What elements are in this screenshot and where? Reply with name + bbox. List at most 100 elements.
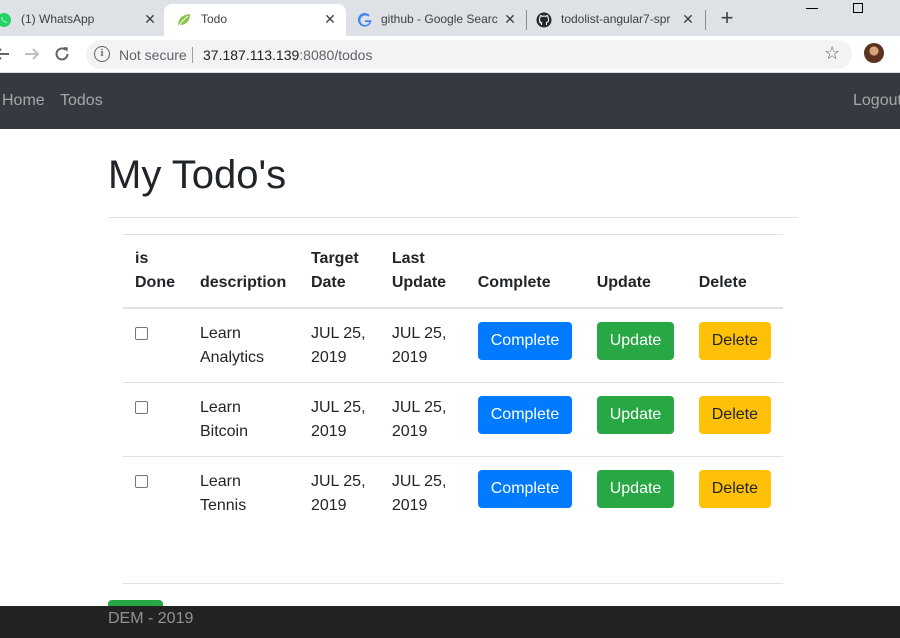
update-cell: Update [585,457,687,531]
browser-toolbar: i Not secure 37.187.113.139:8080/todos ☆ [0,36,900,73]
table-row: Learn Bitcoin JUL 25, 2019 JUL 25, 2019 Com… [123,382,783,457]
target-date-cell: JUL 25, 2019 [298,382,380,457]
delete-button[interactable]: Delete [698,396,771,434]
maximize-icon[interactable] [853,3,863,13]
delete-cell: Delete [686,382,783,457]
col-target-date: Target Date [298,235,380,309]
footer: DEM - 2019 [0,606,900,638]
tab-separator [705,10,706,30]
col-is-done: is Done [123,235,188,309]
tab-title: Todo [201,12,228,26]
update-cell: Update [584,308,687,383]
col-label: Last [391,250,425,267]
table-bottom-divider [123,583,783,584]
table-header-row: is Done description Target Date Last Update… [123,235,783,309]
col-label: Date [310,274,346,291]
target-date-text: JUL 25, [310,325,366,342]
page-title: My Todo's [108,153,287,197]
target-date-text: 2019 [310,497,347,514]
last-update-cell: JUL 25, 2019 [379,382,466,457]
complete-button[interactable]: Complete [477,470,573,508]
footer-text: DEM - 2019 [108,610,194,627]
spring-leaf-icon [178,14,190,26]
delete-button[interactable]: Delete [698,322,771,360]
update-button[interactable]: Update [596,470,675,508]
done-checkbox[interactable] [135,401,148,414]
col-label: Done [135,274,175,291]
col-delete: Delete [686,235,783,309]
tab-todo[interactable]: Todo ✕ [164,4,346,36]
tab-github[interactable]: todolist-angular7-spr ✕ [527,4,705,36]
description-text: Bitcoin [199,423,249,440]
profile-avatar[interactable] [864,43,884,63]
done-cell [123,382,188,457]
description-text: Learn [199,399,241,416]
target-date-text: 2019 [310,423,347,440]
address-bar[interactable]: i Not secure 37.187.113.139:8080/todos ☆ [86,40,852,69]
title-divider [108,217,798,218]
address-divider [192,47,193,63]
forward-arrow-icon[interactable] [22,44,42,64]
complete-cell: Complete [465,382,585,457]
col-label: Update [391,274,447,291]
tab-title: (1) WhatsApp [21,12,95,26]
update-cell: Update [584,382,687,457]
delete-cell: Delete [686,308,783,383]
complete-cell: Complete [465,308,585,383]
update-button[interactable]: Update [596,322,675,360]
security-label[interactable]: Not secure [119,47,187,63]
done-cell [123,308,188,383]
nav-todos-link[interactable]: Todos [60,92,103,110]
description-text: Analytics [199,349,265,366]
github-icon [536,12,552,28]
col-label: Update [596,274,651,291]
target-date-text: JUL 25, [310,473,366,490]
col-label: Delete [698,274,747,291]
col-label: Target [310,250,359,267]
close-icon[interactable]: ✕ [322,11,338,27]
url-text[interactable]: 37.187.113.139:8080/todos [203,47,372,63]
complete-button[interactable]: Complete [477,396,573,434]
last-update-text: 2019 [391,349,428,366]
last-update-text: 2019 [391,497,428,514]
close-icon[interactable]: ✕ [142,11,158,27]
close-icon[interactable]: ✕ [680,11,696,27]
nav-home-link[interactable]: Home [2,92,45,110]
info-icon[interactable]: i [94,46,110,62]
target-date-cell: JUL 25, 2019 [298,308,380,383]
description-cell: Learn Tennis [188,457,299,531]
table-row: Learn Tennis JUL 25, 2019 JUL 25, 2019 Com… [123,457,783,531]
tab-title: github - Google Searc [381,12,498,26]
col-last-update: Last Update [379,235,466,309]
new-tab-button[interactable]: + [716,7,738,30]
done-checkbox[interactable] [135,327,148,340]
col-label: Complete [477,274,551,291]
tab-google-search[interactable]: github - Google Searc ✕ [346,4,526,36]
done-cell [123,457,188,531]
bookmark-star-icon[interactable]: ☆ [824,43,840,64]
delete-button[interactable]: Delete [698,470,771,508]
table-row: Learn Analytics JUL 25, 2019 JUL 25, 2019 C… [123,308,783,383]
target-date-cell: JUL 25, 2019 [299,457,380,531]
description-text: Learn [199,325,241,342]
tab-whatsapp[interactable]: (1) WhatsApp ✕ [0,4,164,36]
minimize-icon[interactable] [806,8,818,9]
col-label: is [135,250,149,267]
target-date-text: 2019 [310,349,347,366]
back-arrow-icon[interactable] [0,44,12,64]
url-path: :8080/todos [299,47,373,63]
update-button[interactable]: Update [596,396,675,434]
done-checkbox[interactable] [135,475,148,488]
close-icon[interactable]: ✕ [502,11,518,27]
reload-icon[interactable] [52,44,72,64]
description-cell: Learn Bitcoin [187,382,299,457]
nav-logout-link[interactable]: Logout [853,92,900,110]
col-update: Update [584,235,687,309]
last-update-cell: JUL 25, 2019 [379,308,466,383]
last-update-text: JUL 25, [391,399,447,416]
col-complete: Complete [465,235,585,309]
description-text: Learn Tennis [199,473,247,514]
delete-cell: Delete [687,457,783,531]
complete-button[interactable]: Complete [477,322,573,360]
google-icon [357,13,372,27]
